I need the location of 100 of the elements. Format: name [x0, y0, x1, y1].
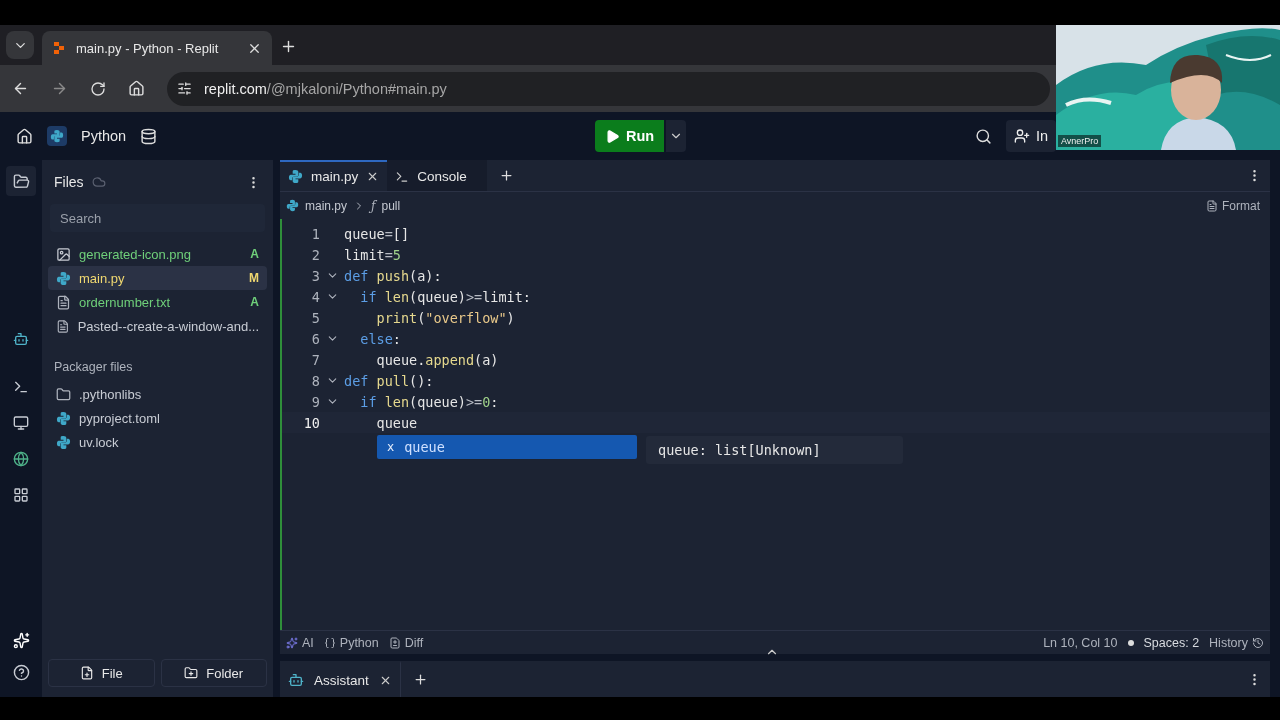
new-tab-button[interactable]: [280, 38, 297, 55]
search-field[interactable]: Search: [50, 204, 265, 232]
terminal-icon: [13, 379, 29, 395]
help-icon: [12, 663, 30, 681]
database-button[interactable]: [140, 127, 158, 145]
code-line: queue.append(a): [375, 351, 499, 368]
line-number: 9: [310, 393, 320, 410]
plus-icon: [499, 168, 515, 183]
play-icon: [605, 128, 620, 144]
database-icon: [140, 127, 158, 145]
code-line: queue=[]: [344, 225, 410, 242]
variable-icon: x: [387, 440, 395, 454]
cloud-icon: [91, 175, 106, 189]
file-name: .pythonlibs: [79, 386, 143, 402]
code-line: if len(queue)>=0:: [359, 393, 499, 410]
python-icon: [56, 434, 71, 450]
home-icon: [128, 80, 145, 97]
file-item[interactable]: Pasted--create-a-window-and...: [48, 314, 267, 338]
address-bar[interactable]: replit.com/@mjkaloni/Python#main.py: [167, 71, 1050, 106]
ai-button[interactable]: AI: [286, 635, 314, 650]
globe-icon: [13, 451, 29, 467]
tab-list-button[interactable]: [6, 31, 34, 59]
plus-icon: [280, 38, 297, 55]
forward-button[interactable]: [51, 80, 68, 97]
new-folder-button[interactable]: Folder: [160, 659, 267, 687]
language-button[interactable]: Python: [323, 635, 379, 650]
section-heading: Packager files: [53, 359, 134, 376]
code-line: def pull():: [344, 372, 434, 389]
editor-tab[interactable]: Console: [387, 160, 488, 191]
line-number: 4: [310, 288, 320, 305]
url-path: /@mjkaloni/Python#main.py: [266, 80, 447, 97]
file-plus-icon: [79, 666, 94, 680]
run-options-button[interactable]: [666, 120, 687, 152]
code-line: else:: [359, 330, 401, 347]
file-name: main.py: [79, 270, 126, 286]
sparkle-icon: [286, 636, 298, 649]
file-item[interactable]: uv.lock: [48, 430, 267, 454]
replit-logo-icon: [52, 41, 66, 55]
line-number: 7: [310, 351, 320, 368]
document-icon: [1206, 199, 1218, 212]
python-icon: [288, 169, 303, 184]
image-icon: [56, 246, 71, 262]
files-button[interactable]: [6, 166, 36, 196]
file-item[interactable]: ordernumber.txt A: [48, 290, 267, 314]
line-number: 6: [310, 330, 320, 347]
format-button[interactable]: Format: [1202, 198, 1264, 213]
arrow-left-icon: [12, 80, 29, 97]
folder-icon: [12, 172, 30, 190]
suggestion-item[interactable]: x queue: [377, 435, 637, 459]
diff-button[interactable]: Diff: [388, 635, 424, 650]
add-user-icon: [1013, 128, 1030, 144]
back-button[interactable]: [12, 80, 29, 97]
line-number: 2: [310, 246, 320, 263]
line-number: 8: [310, 372, 320, 389]
breadcrumb-file[interactable]: main.py: [305, 198, 348, 213]
robot-icon: [13, 331, 29, 347]
code-line: queue: [375, 414, 418, 431]
git-status-label: A: [250, 247, 259, 261]
reload-icon: [90, 80, 106, 97]
search-icon: [974, 127, 992, 145]
braces-icon: [323, 636, 336, 649]
file-item[interactable]: generated-icon.png A: [48, 242, 267, 266]
grid-icon: [13, 487, 29, 503]
home-button[interactable]: [128, 80, 145, 97]
site-settings-icon: [177, 81, 192, 96]
new-file-button[interactable]: File: [48, 659, 155, 687]
arrow-right-icon: [51, 80, 68, 97]
code-line: print("overflow"): [375, 309, 515, 326]
sparkle-icon: [12, 631, 30, 649]
project-name[interactable]: Python: [81, 128, 127, 144]
line-number: 5: [310, 309, 320, 326]
run-button[interactable]: Run: [595, 120, 665, 152]
cursor-position: Ln 10, Col 10: [1043, 635, 1118, 650]
folder-plus-icon: [184, 666, 199, 680]
git-status-label: M: [249, 271, 259, 285]
code-line: def push(a):: [344, 267, 442, 284]
breadcrumb-symbol[interactable]: pull: [381, 198, 401, 213]
terminal-icon: [395, 169, 410, 184]
invite-button[interactable]: In: [1005, 120, 1056, 152]
python-icon: [286, 199, 299, 212]
type-hint: queue: list[Unknown]: [646, 436, 903, 464]
file-item[interactable]: main.py M: [48, 266, 267, 290]
file-item[interactable]: pyproject.toml: [48, 406, 267, 430]
diff-icon: [388, 636, 401, 649]
robot-icon: [288, 672, 304, 688]
line-number: 1: [310, 225, 320, 242]
home-button[interactable]: [16, 127, 33, 145]
line-number: 3: [310, 267, 320, 284]
file-item[interactable]: .pythonlibs: [48, 382, 267, 406]
search-button[interactable]: [974, 127, 992, 145]
indent-setting: Spaces: 2: [1143, 635, 1200, 650]
browser-tab[interactable]: main.py - Python - Replit: [42, 31, 272, 65]
files-title: Files: [54, 174, 84, 190]
reload-button[interactable]: [90, 80, 106, 97]
file-name: uv.lock: [79, 434, 120, 450]
file-name: ordernumber.txt: [79, 294, 172, 310]
function-icon: ƒ: [371, 198, 376, 213]
python-icon: [56, 270, 71, 286]
history-button[interactable]: History: [1209, 635, 1264, 650]
monitor-icon: [13, 415, 29, 431]
